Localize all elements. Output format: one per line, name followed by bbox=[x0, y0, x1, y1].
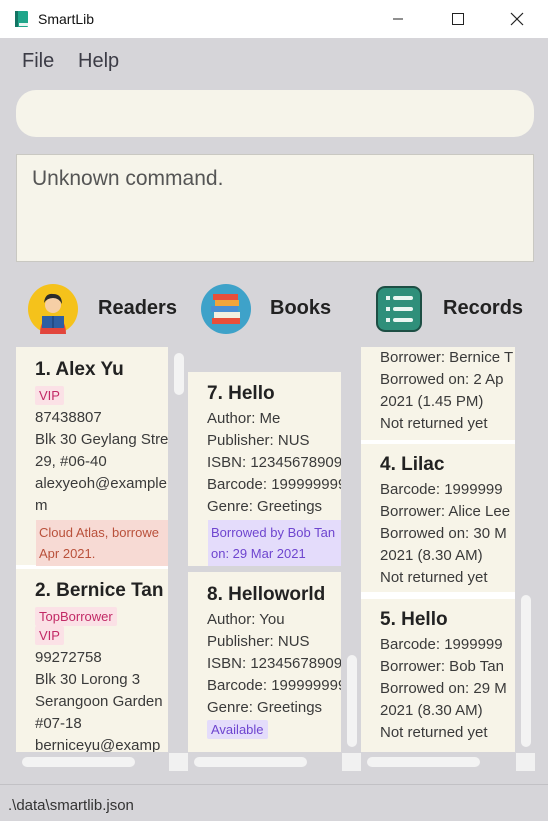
book-genre: Genre: Greetings bbox=[207, 699, 323, 716]
record-borrowed-time: 2021 (8.30 AM) bbox=[380, 702, 483, 719]
reader-name: 1. Alex Yu bbox=[35, 359, 124, 380]
record-borrowed-on: Borrowed on: 29 M bbox=[380, 680, 507, 697]
record-barcode: Barcode: 1999999 bbox=[380, 481, 503, 498]
book-isbn: ISBN: 12345678909 bbox=[207, 454, 341, 471]
tag-vip: VIP bbox=[35, 386, 64, 405]
record-borrower: Borrower: Bob Tan bbox=[380, 658, 504, 675]
book-genre: Genre: Greetings bbox=[207, 498, 323, 515]
reader-email: berniceyu@examp bbox=[35, 737, 161, 752]
readers-title: Readers bbox=[98, 297, 177, 319]
book-barcode: Barcode: 199999999 bbox=[207, 677, 341, 694]
data-file-path: .\data\smartlib.json bbox=[8, 797, 134, 814]
reader-email: alexyeoh@example bbox=[35, 475, 167, 492]
reader-address: 29, #06-40 bbox=[35, 453, 107, 470]
title-bar: SmartLib bbox=[0, 0, 548, 38]
reader-address: Serangoon Garden bbox=[35, 693, 163, 710]
book-status-borrowed: Borrowed by Bob Tan on: 29 Mar 2021 bbox=[208, 520, 341, 566]
readers-horizontal-scrollbar[interactable] bbox=[16, 753, 168, 771]
books-icon bbox=[201, 284, 251, 334]
note-line: Apr 2021. bbox=[39, 546, 96, 561]
result-display: Unknown command. bbox=[16, 154, 534, 262]
record-card[interactable]: Borrower: Bernice T Borrowed on: 2 Ap 20… bbox=[361, 347, 515, 440]
tag-topborrower: TopBorrower bbox=[35, 607, 117, 626]
reader-address: #07-18 bbox=[35, 715, 82, 732]
scrollbar-corner bbox=[516, 753, 535, 771]
record-card[interactable]: 4. Lilac Barcode: 1999999 Borrower: Alic… bbox=[361, 444, 515, 592]
reader-address: Blk 30 Lorong 3 bbox=[35, 671, 141, 688]
record-borrowed-time: 2021 (1.45 PM) bbox=[380, 393, 484, 410]
book-barcode: Barcode: 199999999 bbox=[207, 476, 341, 493]
record-name: 5. Hello bbox=[380, 609, 448, 630]
reader-phone: 99272758 bbox=[35, 649, 102, 666]
books-vertical-scrollbar[interactable] bbox=[342, 347, 361, 752]
reader-email: m bbox=[35, 497, 48, 514]
menu-file[interactable]: File bbox=[22, 50, 54, 73]
book-isbn: ISBN: 12345678909 bbox=[207, 655, 341, 672]
status-bar: .\data\smartlib.json bbox=[0, 784, 548, 821]
reader-name: 2. Bernice Tan bbox=[35, 580, 164, 601]
books-horizontal-scrollbar[interactable] bbox=[188, 753, 341, 771]
close-icon bbox=[510, 12, 524, 26]
record-barcode: Barcode: 1999999 bbox=[380, 636, 503, 653]
records-horizontal-scrollbar[interactable] bbox=[361, 753, 515, 771]
book-author: Author: Me bbox=[207, 410, 281, 427]
books-title: Books bbox=[270, 297, 332, 319]
records-title: Records bbox=[443, 297, 524, 319]
scrollbar-corner bbox=[342, 753, 361, 771]
result-text: Unknown command. bbox=[32, 167, 224, 190]
scrollbar-thumb[interactable] bbox=[194, 757, 307, 767]
book-app-icon bbox=[15, 11, 28, 27]
record-card[interactable]: 5. Hello Barcode: 1999999 Borrower: Bob … bbox=[361, 599, 515, 752]
scrollbar-thumb[interactable] bbox=[367, 757, 480, 767]
record-return-status: Not returned yet bbox=[380, 415, 488, 432]
record-borrowed-on: Borrowed on: 2 Ap bbox=[380, 371, 504, 388]
record-borrowed-on: Borrowed on: 30 M bbox=[380, 525, 507, 542]
book-publisher: Publisher: NUS bbox=[207, 432, 310, 449]
minimize-button[interactable] bbox=[375, 0, 421, 38]
records-list-icon bbox=[376, 286, 422, 332]
book-name: 8. Helloworld bbox=[207, 584, 326, 605]
records-vertical-scrollbar[interactable] bbox=[516, 347, 535, 752]
book-name: 7. Hello bbox=[207, 383, 275, 404]
window-title: SmartLib bbox=[38, 11, 95, 27]
status-line: Borrowed by Bob Tan bbox=[211, 525, 336, 540]
readers-vertical-scrollbar[interactable] bbox=[169, 347, 188, 752]
reader-phone: 87438807 bbox=[35, 409, 102, 426]
status-line: on: 29 Mar 2021 bbox=[211, 546, 306, 561]
book-publisher: Publisher: NUS bbox=[207, 633, 310, 650]
record-return-status: Not returned yet bbox=[380, 724, 488, 741]
close-button[interactable] bbox=[494, 0, 540, 38]
tag-vip: VIP bbox=[35, 626, 64, 645]
maximize-icon bbox=[452, 13, 464, 25]
note-line: Cloud Atlas, borrowe bbox=[39, 525, 159, 540]
minimize-icon bbox=[393, 18, 403, 20]
book-author: Author: You bbox=[207, 611, 285, 628]
book-card[interactable]: 7. Hello Author: Me Publisher: NUS ISBN:… bbox=[188, 372, 341, 566]
scrollbar-thumb[interactable] bbox=[521, 595, 531, 747]
scrollbar-thumb[interactable] bbox=[22, 757, 135, 767]
reader-card[interactable]: 1. Alex Yu VIP 87438807 Blk 30 Geylang S… bbox=[16, 347, 168, 566]
record-name: 4. Lilac bbox=[380, 454, 445, 475]
reader-card[interactable]: 2. Bernice Tan TopBorrowerVIP 99272758 B… bbox=[16, 569, 168, 752]
menu-help[interactable]: Help bbox=[78, 50, 119, 73]
maximize-button[interactable] bbox=[435, 0, 481, 38]
record-borrower: Borrower: Bernice T bbox=[380, 349, 514, 366]
scrollbar-thumb[interactable] bbox=[347, 655, 357, 747]
record-borrower: Borrower: Alice Lee bbox=[380, 503, 511, 520]
reader-address: Blk 30 Geylang Stre bbox=[35, 431, 168, 448]
books-list[interactable]: 7. Hello Author: Me Publisher: NUS ISBN:… bbox=[188, 347, 341, 752]
scrollbar-corner bbox=[169, 753, 188, 771]
records-list[interactable]: Borrower: Bernice T Borrowed on: 2 Ap 20… bbox=[361, 347, 515, 752]
record-borrowed-time: 2021 (8.30 AM) bbox=[380, 547, 483, 564]
record-return-status: Not returned yet bbox=[380, 569, 488, 586]
command-input[interactable] bbox=[16, 90, 534, 137]
readers-list[interactable]: 1. Alex Yu VIP 87438807 Blk 30 Geylang S… bbox=[16, 347, 168, 752]
scrollbar-thumb[interactable] bbox=[174, 353, 184, 395]
reader-icon bbox=[28, 284, 78, 334]
reader-borrowed-note: Cloud Atlas, borrowe Apr 2021. bbox=[36, 520, 168, 566]
menu-bar: File Help bbox=[0, 38, 548, 84]
book-card[interactable]: 8. Helloworld Author: You Publisher: NUS… bbox=[188, 572, 341, 752]
book-status-available: Available bbox=[207, 720, 268, 739]
